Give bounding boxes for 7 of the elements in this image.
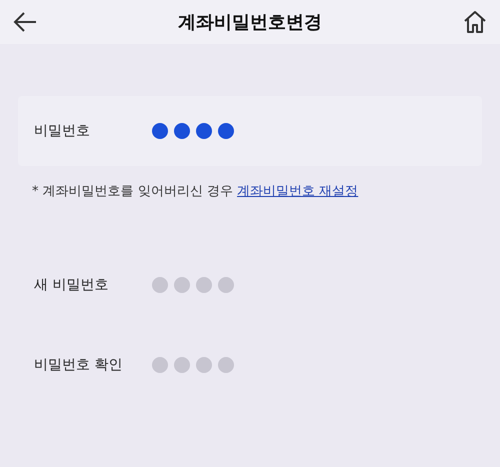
field-label: 비밀번호 <box>34 122 91 140</box>
help-text: * 계좌비밀번호를 잊어버리신 경우 계좌비밀번호 재설정 <box>32 183 360 200</box>
field-label: 새 비밀번호 <box>34 276 110 294</box>
home-icon[interactable] <box>462 9 488 35</box>
field-label: 비밀번호 확인 <box>34 356 124 374</box>
reset-link[interactable]: 계좌비밀번호 재설정 <box>237 184 358 199</box>
page-title: 계좌비밀번호변경 <box>178 11 322 34</box>
